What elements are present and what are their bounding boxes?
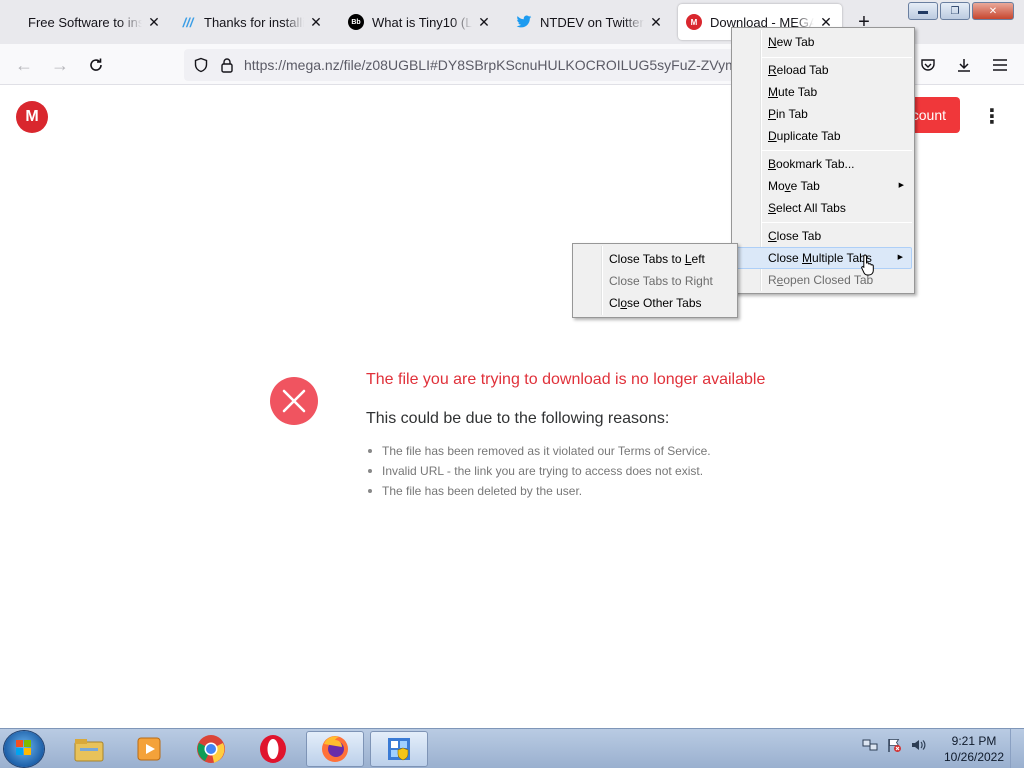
action-center-flag-icon[interactable] [886, 737, 902, 753]
system-tray [862, 737, 926, 753]
mega-logo[interactable]: M [16, 101, 48, 133]
opera-icon[interactable] [244, 731, 302, 767]
network-icon[interactable] [862, 737, 878, 753]
list-item: Invalid URL - the link you are trying to… [366, 463, 711, 483]
media-player-icon[interactable] [120, 731, 178, 767]
restore-button[interactable]: ❐ [940, 2, 970, 20]
lock-icon[interactable] [214, 52, 240, 78]
tab-title: Free Software to insta [28, 14, 142, 30]
menu-separator [762, 222, 912, 223]
taskbar: 9:21 PM 10/26/2022 [0, 728, 1024, 768]
more-options-icon[interactable]: ⋮ [982, 104, 1002, 130]
error-title: The file you are trying to download is n… [366, 371, 766, 388]
error-x-icon [270, 377, 318, 425]
menu-separator [762, 57, 912, 58]
tab-tiny10[interactable]: Bb What is Tiny10 (Light ✕ [340, 4, 500, 40]
close-icon[interactable]: ✕ [648, 14, 664, 31]
pocket-icon[interactable] [915, 52, 941, 78]
close-icon[interactable]: ✕ [146, 14, 162, 31]
reload-icon[interactable] [83, 52, 109, 78]
menu-item-pin-tab[interactable]: Pin Tab [734, 103, 912, 125]
tab-thanks-installing[interactable]: /// Thanks for installing ✕ [172, 4, 332, 40]
clock-time: 9:21 PM [951, 734, 997, 748]
submenu-arrow-icon: ▶ [897, 254, 903, 261]
close-multiple-tabs-submenu: Close Tabs to Left Close Tabs to Right C… [572, 243, 738, 318]
shield-icon[interactable] [188, 52, 214, 78]
close-window-button[interactable]: ✕ [972, 2, 1014, 20]
forward-arrow-icon[interactable]: → [47, 52, 73, 78]
reasons-list: The file has been removed as it violated… [366, 443, 711, 503]
start-button[interactable] [4, 731, 44, 767]
show-desktop-button[interactable] [1010, 729, 1024, 768]
menu-item-close-multiple-tabs[interactable]: Close Multiple Tabs ▶ [734, 247, 912, 269]
menu-item-bookmark-tab[interactable]: Bookmark Tab... [734, 153, 912, 175]
file-explorer-icon[interactable] [60, 731, 118, 767]
chrome-icon[interactable] [182, 731, 240, 767]
menu-item-new-tab[interactable]: New Tab [734, 31, 912, 53]
menu-item-mute-tab[interactable]: Mute Tab [734, 81, 912, 103]
submenu-arrow-icon: ▶ [898, 182, 904, 189]
back-arrow-icon[interactable]: ← [11, 52, 37, 78]
tab-ntdev-twitter[interactable]: NTDEV on Twitter: "T ✕ [508, 4, 672, 40]
menu-item-close-other-tabs[interactable]: Close Other Tabs [575, 292, 735, 314]
window-controls: ▬ ❐ ✕ [908, 2, 1014, 20]
menu-item-reload-tab[interactable]: Reload Tab [734, 59, 912, 81]
twitter-bird-icon [516, 14, 532, 30]
tab-title: Thanks for installing [204, 14, 304, 30]
menu-item-reopen-closed-tab[interactable]: Reopen Closed Tab [734, 269, 912, 291]
tab-context-menu: New Tab Reload Tab Mute Tab Pin Tab Dupl… [731, 27, 915, 294]
close-icon[interactable]: ✕ [308, 14, 324, 31]
hamburger-menu-icon[interactable] [987, 52, 1013, 78]
menu-item-move-tab[interactable]: Move Tab ▶ [734, 175, 912, 197]
url-text: https://mega.nz/file/z08UGBLI#DY8SBrpKSc… [244, 57, 744, 73]
menu-item-close-tabs-right[interactable]: Close Tabs to Right [575, 270, 735, 292]
clock-date: 10/26/2022 [943, 750, 1005, 764]
tab-title: What is Tiny10 (Light [372, 14, 472, 30]
mouse-pointer-icon [861, 254, 874, 276]
close-icon[interactable]: ✕ [476, 14, 492, 31]
bb-favicon-icon: Bb [348, 14, 364, 30]
lines-icon: /// [182, 14, 194, 30]
list-item: The file has been deleted by the user. [366, 483, 711, 503]
tab-free-software[interactable]: Free Software to insta ✕ [20, 4, 170, 40]
menu-separator [762, 150, 912, 151]
list-item: The file has been removed as it violated… [366, 443, 711, 463]
downloads-icon[interactable] [951, 52, 977, 78]
menu-item-close-tab[interactable]: Close Tab [734, 225, 912, 247]
menu-item-select-all-tabs[interactable]: Select All Tabs [734, 197, 912, 219]
menu-item-close-tabs-left[interactable]: Close Tabs to Left [575, 248, 735, 270]
mega-favicon-icon: M [686, 14, 702, 30]
windows-security-icon[interactable] [370, 731, 428, 767]
clock[interactable]: 9:21 PM 10/26/2022 [938, 733, 1010, 765]
tab-title: NTDEV on Twitter: "T [540, 14, 644, 30]
firefox-icon[interactable] [306, 731, 364, 767]
minimize-button[interactable]: ▬ [908, 2, 938, 20]
volume-icon[interactable] [910, 737, 926, 753]
menu-item-duplicate-tab[interactable]: Duplicate Tab [734, 125, 912, 147]
url-bar[interactable]: https://mega.nz/file/z08UGBLI#DY8SBrpKSc… [184, 49, 744, 81]
error-subtitle: This could be due to the following reaso… [366, 410, 670, 427]
